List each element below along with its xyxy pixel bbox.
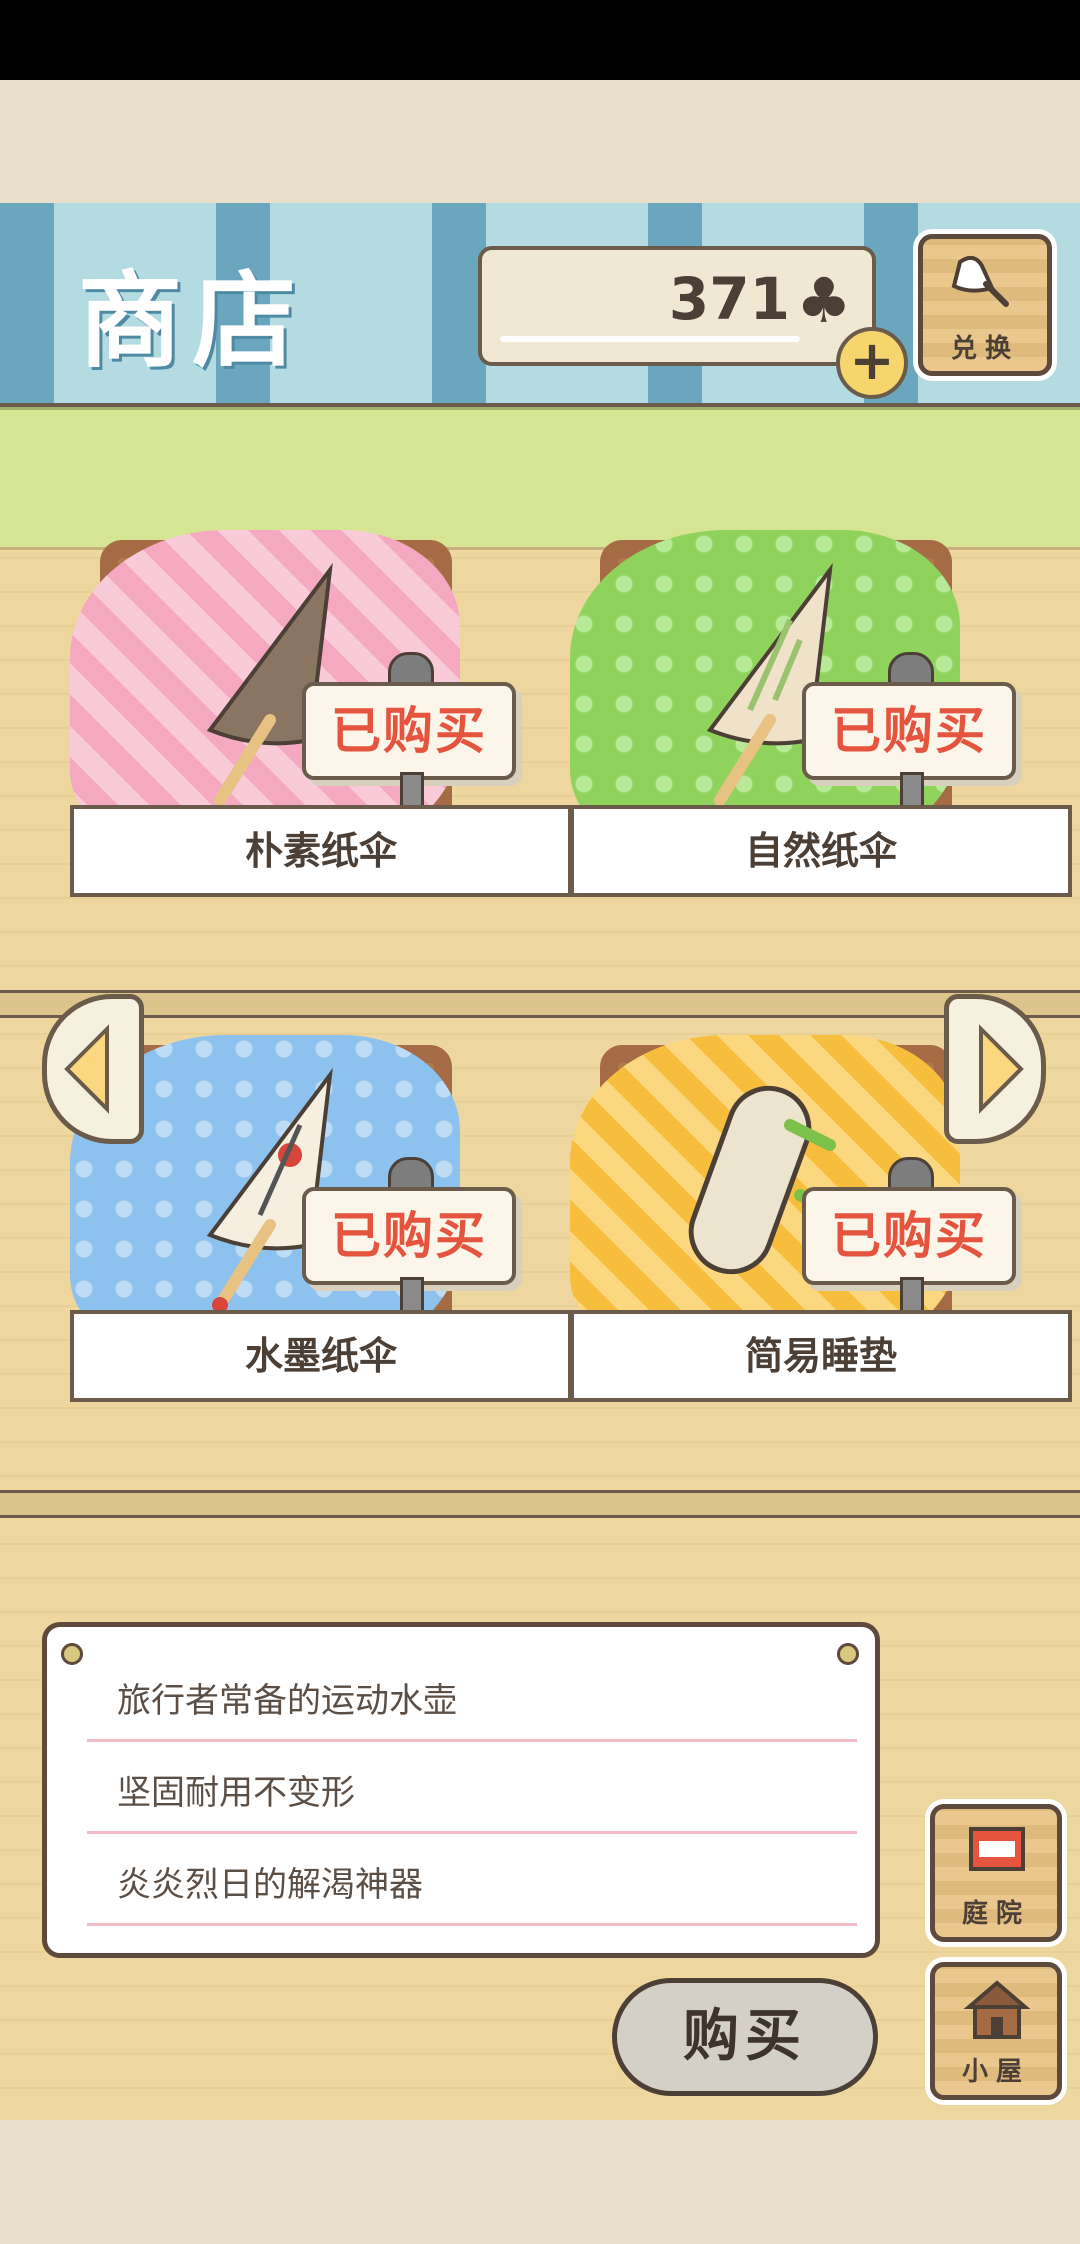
item-name: 简易睡垫: [744, 1334, 897, 1378]
item-label: 自然纸伞: [570, 805, 1072, 897]
item-label: 水墨纸伞: [70, 1310, 572, 1402]
screw-icon: [837, 1643, 859, 1665]
screw-icon: [61, 1643, 83, 1665]
description-line-3: 炎炎烈日的解渴神器: [117, 1865, 423, 1905]
prev-page-arrow[interactable]: [42, 994, 144, 1144]
purchased-sign: 已购买: [802, 682, 1016, 780]
bottom-margin: [0, 2120, 1080, 2244]
shelf-top: [0, 990, 1080, 1018]
exchange-label: 兑换: [950, 334, 1019, 364]
coin-count: 371: [668, 265, 790, 333]
item-card-4[interactable]: 已购买 简易睡垫: [570, 1035, 1072, 1402]
item-card-2[interactable]: 已购买 自然纸伞: [570, 530, 1072, 897]
item-label: 朴素纸伞: [70, 805, 572, 897]
next-page-arrow[interactable]: [944, 994, 1046, 1144]
item-name: 水墨纸伞: [244, 1334, 397, 1378]
description-line-1: 旅行者常备的运动水壶: [117, 1681, 457, 1721]
add-coins-button[interactable]: +: [836, 327, 908, 399]
ruled-line: [87, 1923, 857, 1926]
purchased-sign: 已购买: [302, 1187, 516, 1285]
item-name: 自然纸伞: [744, 829, 897, 873]
house-button[interactable]: 小屋: [930, 1962, 1062, 2100]
ruled-line: [87, 1831, 857, 1834]
item-label: 简易睡垫: [570, 1310, 1072, 1402]
description-line-2: 坚固耐用不变形: [117, 1773, 355, 1813]
yard-button[interactable]: 庭院: [930, 1804, 1062, 1942]
top-margin: [0, 80, 1080, 203]
clover-icon: ♣: [796, 264, 852, 337]
purchased-sign: 已购买: [802, 1187, 1016, 1285]
grass-strip: [0, 407, 1080, 550]
house-label: 小屋: [961, 2057, 1030, 2087]
chevron-right-icon: [979, 1024, 1024, 1114]
chevron-left-icon: [64, 1024, 109, 1114]
ruled-line: [87, 1739, 857, 1742]
item-name: 朴素纸伞: [244, 829, 397, 873]
page-title: 商店: [78, 260, 307, 382]
house-icon: [963, 1980, 1031, 2039]
item-card-1[interactable]: 已购买 朴素纸伞: [70, 530, 572, 897]
shelf-bottom: [0, 1490, 1080, 1518]
bell-icon: [951, 255, 1009, 307]
yard-icon: [969, 1827, 1025, 1871]
buy-button[interactable]: 购买: [612, 1978, 878, 2096]
yard-label: 庭院: [961, 1899, 1030, 1929]
status-bar: [0, 0, 1080, 80]
purchased-sign: 已购买: [302, 682, 516, 780]
item-description-panel: 旅行者常备的运动水壶 坚固耐用不变形 炎炎烈日的解渴神器: [42, 1622, 880, 1958]
coin-counter-highlight: [500, 336, 800, 342]
